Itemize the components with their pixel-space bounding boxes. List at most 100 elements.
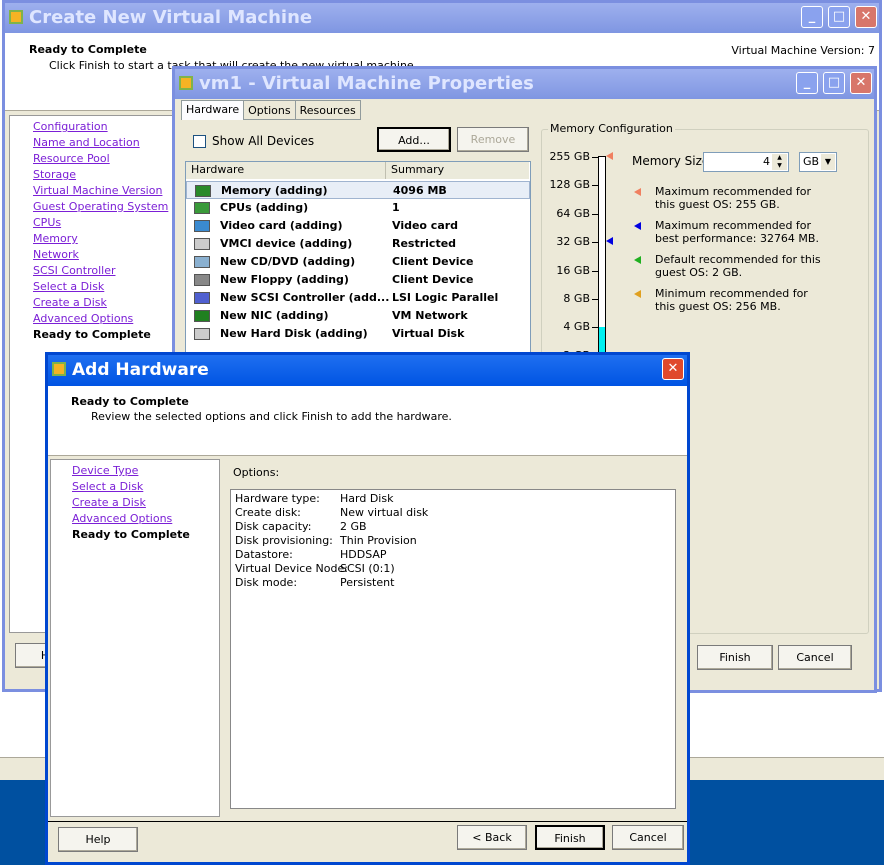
option-row: Virtual Device Node: SCSI (0:1) bbox=[235, 562, 671, 576]
memory-unit-select[interactable]: GB ▼ bbox=[799, 152, 837, 172]
step-link[interactable]: Configuration bbox=[33, 119, 178, 135]
show-all-devices-checkbox[interactable] bbox=[193, 135, 206, 148]
legend-text: Maximum recommended for this guest OS: 2… bbox=[655, 185, 812, 211]
hardware-name: VMCI device (adding) bbox=[220, 237, 353, 250]
vmware-logo-icon bbox=[179, 76, 193, 90]
hardware-name: CPUs (adding) bbox=[220, 201, 309, 214]
minimize-button[interactable]: _ bbox=[796, 72, 818, 94]
close-button[interactable]: ✕ bbox=[662, 358, 684, 380]
table-row[interactable]: Memory (adding) 4096 MB bbox=[186, 181, 530, 199]
title-bar[interactable]: vm1 - Virtual Machine Properties _ □ ✕ bbox=[175, 69, 874, 99]
table-row[interactable]: CPUs (adding) 1 bbox=[186, 199, 530, 217]
legend-text: Maximum recommended for best performance… bbox=[655, 219, 819, 245]
finish-button[interactable]: Finish bbox=[535, 825, 605, 850]
memory-size-label: Memory Size: bbox=[632, 154, 714, 168]
option-value: Persistent bbox=[340, 576, 395, 589]
step-link[interactable]: Network bbox=[33, 247, 178, 263]
step-link[interactable]: Resource Pool bbox=[33, 151, 178, 167]
hardware-name: New Floppy (adding) bbox=[220, 273, 349, 286]
nic-icon bbox=[194, 310, 210, 322]
table-row[interactable]: New SCSI Controller (add... LSI Logic Par… bbox=[186, 289, 530, 307]
hardware-name: Memory (adding) bbox=[221, 184, 328, 197]
cd-icon bbox=[194, 256, 210, 268]
option-row: Disk provisioning: Thin Provision bbox=[235, 534, 671, 548]
table-row[interactable]: Video card (adding) Video card bbox=[186, 217, 530, 235]
step-link[interactable]: Advanced Options bbox=[72, 511, 219, 527]
table-row[interactable]: New NIC (adding) VM Network bbox=[186, 307, 530, 325]
cancel-button[interactable]: Cancel bbox=[612, 825, 684, 850]
tick-label: 64 GB bbox=[556, 206, 590, 220]
hardware-name: New NIC (adding) bbox=[220, 309, 329, 322]
back-button[interactable]: < Back bbox=[457, 825, 527, 850]
option-row: Hardware type: Hard Disk bbox=[235, 492, 671, 506]
step-link[interactable]: Virtual Machine Version bbox=[33, 183, 178, 199]
step-link[interactable]: Name and Location bbox=[33, 135, 178, 151]
legend-marker-icon bbox=[634, 222, 641, 230]
tab-resources[interactable]: Resources bbox=[295, 100, 361, 120]
current-step: Ready to Complete bbox=[33, 328, 151, 341]
memory-size-spinner[interactable]: ▲ ▼ bbox=[772, 154, 787, 170]
help-button[interactable]: Help bbox=[58, 827, 138, 852]
finish-button[interactable]: Finish bbox=[697, 645, 773, 670]
vmware-logo-icon bbox=[9, 10, 23, 24]
option-key: Virtual Device Node: bbox=[235, 562, 348, 575]
step-link[interactable]: Create a Disk bbox=[72, 495, 219, 511]
minimize-button[interactable]: _ bbox=[801, 6, 823, 28]
legend-text: Minimum recommended for this guest OS: 2… bbox=[655, 287, 808, 313]
page-heading: Ready to Complete bbox=[71, 395, 189, 408]
maximize-button[interactable]: □ bbox=[828, 6, 850, 28]
maximize-button[interactable]: □ bbox=[823, 72, 845, 94]
close-button[interactable]: ✕ bbox=[855, 6, 877, 28]
step-link[interactable]: SCSI Controller bbox=[33, 263, 178, 279]
tick-mark bbox=[592, 213, 598, 215]
table-row[interactable]: New CD/DVD (adding) Client Device bbox=[186, 253, 530, 271]
hardware-summary: Client Device bbox=[392, 273, 474, 286]
page-heading: Ready to Complete bbox=[29, 43, 147, 56]
step-link[interactable]: Device Type bbox=[72, 463, 219, 479]
option-value: HDDSAP bbox=[340, 548, 387, 561]
step-link[interactable]: Advanced Options bbox=[33, 311, 178, 327]
tick-mark bbox=[592, 299, 598, 300]
step-link[interactable]: Select a Disk bbox=[72, 479, 219, 495]
tick-mark bbox=[592, 242, 598, 244]
step-link[interactable]: Create a Disk bbox=[33, 295, 178, 311]
step-link[interactable]: Memory bbox=[33, 231, 178, 247]
step-link[interactable]: CPUs bbox=[33, 215, 178, 231]
disk-icon bbox=[194, 328, 210, 340]
table-row[interactable]: VMCI device (adding) Restricted bbox=[186, 235, 530, 253]
table-row[interactable]: New Floppy (adding) Client Device bbox=[186, 271, 530, 289]
hardware-summary: Restricted bbox=[392, 237, 457, 250]
group-title: Memory Configuration bbox=[548, 122, 675, 135]
table-row[interactable]: New Hard Disk (adding) Virtual Disk bbox=[186, 325, 530, 343]
monitor-icon bbox=[194, 220, 210, 232]
memory-unit-value: GB bbox=[803, 155, 820, 168]
remove-button[interactable]: Remove bbox=[457, 127, 529, 152]
step-link[interactable]: Guest Operating System bbox=[33, 199, 178, 215]
tick-label: 255 GB bbox=[549, 150, 590, 163]
scsi-icon bbox=[194, 292, 210, 304]
hardware-name: New CD/DVD (adding) bbox=[220, 255, 356, 268]
tab-options[interactable]: Options bbox=[244, 100, 296, 120]
chevron-down-icon[interactable]: ▼ bbox=[821, 154, 835, 170]
step-link[interactable]: Select a Disk bbox=[33, 279, 178, 295]
add-button[interactable]: Add... bbox=[377, 127, 451, 152]
options-label: Options: bbox=[233, 466, 280, 479]
window-title: Add Hardware bbox=[72, 360, 209, 380]
header: Ready to Complete Review the selected op… bbox=[48, 386, 687, 456]
option-value: SCSI (0:1) bbox=[340, 562, 395, 575]
title-bar[interactable]: Create New Virtual Machine _ □ ✕ bbox=[5, 3, 879, 33]
column-header-hardware[interactable]: Hardware bbox=[186, 162, 386, 179]
option-row: Disk capacity: 2 GB bbox=[235, 520, 671, 534]
step-link[interactable]: Storage bbox=[33, 167, 178, 183]
tab-hardware[interactable]: Hardware bbox=[181, 100, 245, 120]
cancel-button[interactable]: Cancel bbox=[778, 645, 852, 670]
column-header-summary[interactable]: Summary bbox=[386, 162, 529, 179]
tick-label: 128 GB bbox=[549, 178, 590, 192]
hardware-name: New Hard Disk (adding) bbox=[220, 327, 368, 340]
show-all-devices-label: Show All Devices bbox=[212, 134, 315, 148]
title-bar[interactable]: Add Hardware ✕ bbox=[48, 355, 687, 386]
page-subtitle: Review the selected options and click Fi… bbox=[91, 410, 452, 423]
option-row: Create disk: New virtual disk bbox=[235, 506, 671, 520]
steps-panel: Device Type Select a Disk Create a Disk Adv… bbox=[50, 459, 220, 817]
close-button[interactable]: ✕ bbox=[850, 72, 872, 94]
